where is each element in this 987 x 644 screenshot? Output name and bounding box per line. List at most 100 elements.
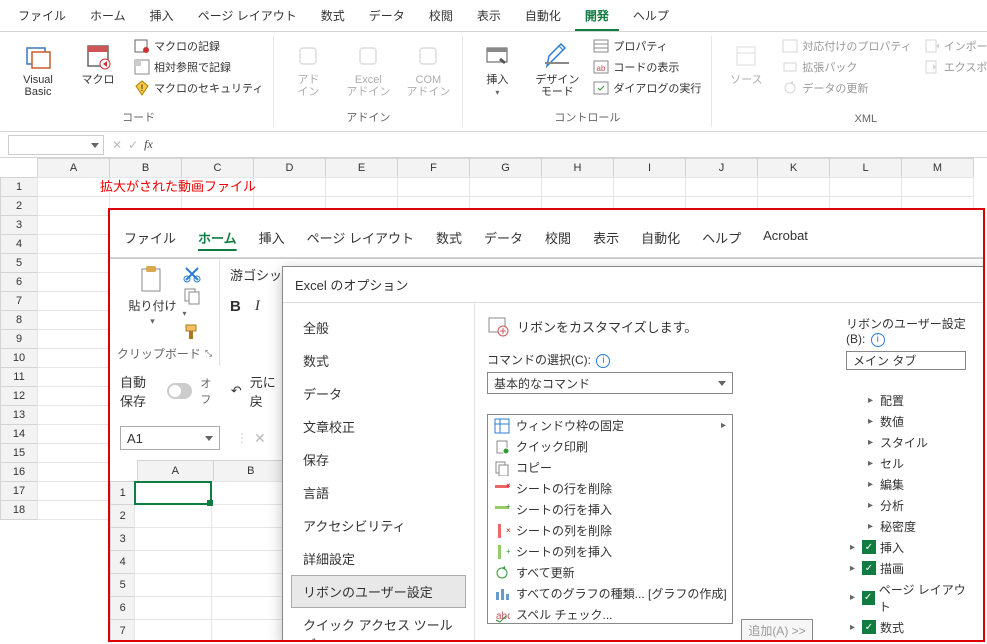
ribbon-target-select[interactable]: メイン タブ	[846, 351, 966, 370]
row-header[interactable]: 14	[0, 424, 38, 444]
run-dialog-button[interactable]: ダイアログの実行	[589, 78, 705, 98]
macro-security-button[interactable]: ! マクロのセキュリティ	[130, 78, 267, 98]
source-button[interactable]: ソース	[718, 36, 774, 90]
tab-ページ レイアウト[interactable]: ページ レイアウト	[188, 2, 307, 31]
inset-tab-ヘルプ[interactable]: ヘルプ	[696, 224, 747, 251]
column-header[interactable]: J	[685, 158, 758, 178]
options-nav-item[interactable]: 数式	[283, 344, 474, 377]
tab-ホーム[interactable]: ホーム	[80, 2, 136, 31]
com-addin-button[interactable]: COM アドイン	[400, 36, 456, 102]
tab-開発[interactable]: 開発	[575, 2, 619, 31]
inset-cell[interactable]	[211, 550, 289, 574]
cell[interactable]	[901, 177, 974, 197]
command-item[interactable]: ウィンドウ枠の固定▸	[488, 415, 732, 436]
inset-cell[interactable]	[134, 527, 212, 551]
command-item[interactable]: すべてのグラフの種類... [グラフの作成]	[488, 583, 732, 604]
cell[interactable]	[397, 177, 470, 197]
tree-item[interactable]: ▸スタイル	[846, 432, 976, 453]
cell[interactable]	[685, 177, 758, 197]
cell[interactable]	[37, 234, 110, 254]
cell[interactable]	[37, 253, 110, 273]
cell[interactable]	[37, 196, 110, 216]
fx-icon[interactable]: fx	[144, 137, 153, 152]
inset-cell[interactable]	[211, 596, 289, 620]
macros-button[interactable]: マクロ	[70, 36, 126, 90]
row-header[interactable]: 9	[0, 329, 38, 349]
command-list[interactable]: ウィンドウ枠の固定▸クイック印刷コピー×シートの行を削除+シートの行を挿入×シー…	[487, 414, 733, 624]
ribbon-tree[interactable]: ▸配置▸数値▸スタイル▸セル▸編集▸分析▸秘密度▸✓挿入▸✓描画▸✓ページ レイ…	[846, 390, 976, 638]
inset-name-box[interactable]: A1	[120, 426, 220, 450]
record-macro-button[interactable]: マクロの記録	[130, 36, 267, 56]
row-header[interactable]: 6	[0, 272, 38, 292]
cell[interactable]	[37, 386, 110, 406]
options-nav-item[interactable]: 詳細設定	[283, 542, 474, 575]
column-header[interactable]: E	[325, 158, 398, 178]
column-header[interactable]: C	[181, 158, 254, 178]
tree-item[interactable]: ▸編集	[846, 474, 976, 495]
info-icon[interactable]: i	[596, 354, 610, 368]
cell[interactable]	[37, 462, 110, 482]
tree-item[interactable]: ▸数値	[846, 411, 976, 432]
dialog-launcher-icon[interactable]: ⤡	[205, 348, 212, 359]
row-header[interactable]: 12	[0, 386, 38, 406]
inset-row-header[interactable]: 3	[110, 527, 135, 551]
command-item[interactable]: コピー	[488, 457, 732, 478]
info-icon[interactable]: i	[871, 333, 885, 347]
row-header[interactable]: 5	[0, 253, 38, 273]
inset-tab-ファイル[interactable]: ファイル	[118, 224, 182, 251]
column-header[interactable]: D	[253, 158, 326, 178]
tab-挿入[interactable]: 挿入	[140, 2, 184, 31]
inset-row-header[interactable]: 1	[110, 481, 135, 505]
inset-row-header[interactable]: 2	[110, 504, 135, 528]
inset-cell[interactable]	[211, 573, 289, 597]
inset-cell[interactable]	[211, 481, 289, 505]
enter-icon[interactable]: ✓	[128, 138, 138, 152]
inset-tab-ホーム[interactable]: ホーム	[192, 224, 243, 251]
cell[interactable]	[37, 348, 110, 368]
tree-item-checked[interactable]: ▸✓ページ レイアウト	[846, 579, 976, 617]
column-header[interactable]: H	[541, 158, 614, 178]
cell[interactable]	[37, 367, 110, 387]
command-item[interactable]: すべて更新	[488, 562, 732, 583]
addin-button[interactable]: アド イン	[280, 36, 336, 102]
column-header[interactable]: G	[469, 158, 542, 178]
row-header[interactable]: 13	[0, 405, 38, 425]
cell[interactable]	[37, 443, 110, 463]
visual-basic-button[interactable]: Visual Basic	[10, 36, 66, 102]
tab-表示[interactable]: 表示	[467, 2, 511, 31]
cell[interactable]	[37, 310, 110, 330]
name-box[interactable]	[8, 135, 104, 155]
cell[interactable]	[469, 177, 542, 197]
row-header[interactable]: 17	[0, 481, 38, 501]
command-item[interactable]: +シートの列を挿入	[488, 541, 732, 562]
options-nav-item[interactable]: 文章校正	[283, 410, 474, 443]
tab-校閲[interactable]: 校閲	[419, 2, 463, 31]
excel-addin-button[interactable]: Excel アドイン	[340, 36, 396, 102]
inset-tab-自動化[interactable]: 自動化	[635, 224, 686, 251]
row-header[interactable]: 8	[0, 310, 38, 330]
row-header[interactable]: 3	[0, 215, 38, 235]
inset-cell[interactable]	[211, 527, 289, 551]
inset-cell[interactable]	[134, 481, 212, 505]
inset-row-header[interactable]: 7	[110, 619, 135, 642]
row-header[interactable]: 11	[0, 367, 38, 387]
options-nav-item[interactable]: 言語	[283, 476, 474, 509]
command-item[interactable]: +シートの行を挿入	[488, 499, 732, 520]
autosave-toggle[interactable]	[167, 383, 192, 399]
inset-column-header[interactable]: B	[213, 460, 290, 482]
column-header[interactable]: A	[37, 158, 110, 178]
inset-tab-Acrobat[interactable]: Acrobat	[757, 224, 814, 251]
undo-button[interactable]: ↶	[231, 383, 242, 399]
inset-row-header[interactable]: 4	[110, 550, 135, 574]
checkbox-checked-icon[interactable]: ✓	[862, 620, 876, 634]
inset-row-header[interactable]: 6	[110, 596, 135, 620]
cell[interactable]	[37, 481, 110, 501]
chevron-down-icon[interactable]: ▾	[150, 316, 155, 327]
tab-ファイル[interactable]: ファイル	[8, 2, 76, 31]
tab-ヘルプ[interactable]: ヘルプ	[623, 2, 679, 31]
tree-item[interactable]: ▸分析	[846, 495, 976, 516]
cell[interactable]	[37, 215, 110, 235]
inset-cell[interactable]	[134, 573, 212, 597]
inset-cell[interactable]	[134, 619, 212, 642]
column-header[interactable]: F	[397, 158, 470, 178]
